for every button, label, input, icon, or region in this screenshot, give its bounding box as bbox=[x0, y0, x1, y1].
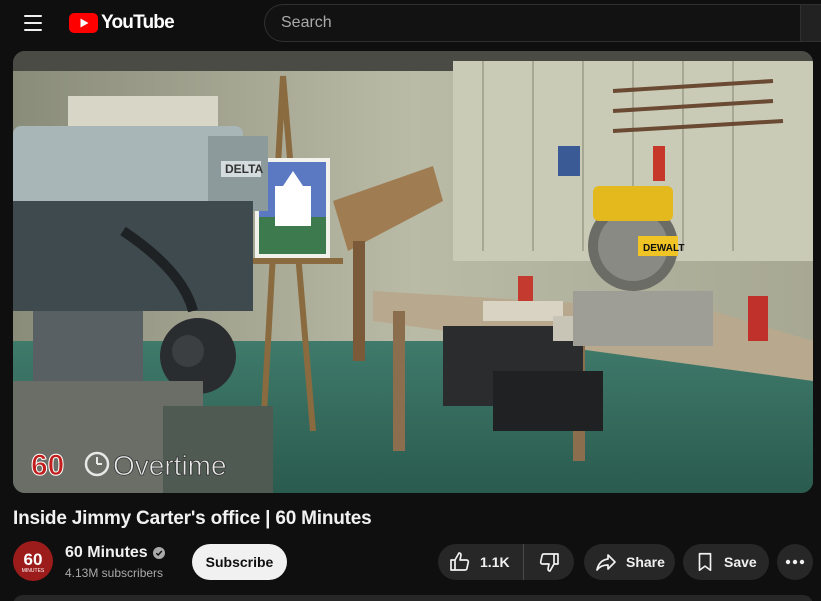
share-label: Share bbox=[626, 554, 665, 570]
like-count: 1.1K bbox=[480, 554, 510, 570]
overlay-overtime-text: Overtime bbox=[113, 450, 227, 481]
like-button[interactable]: 1.1K bbox=[438, 544, 524, 580]
search-input[interactable] bbox=[281, 5, 781, 41]
save-label: Save bbox=[724, 554, 757, 570]
search-box bbox=[264, 4, 804, 42]
youtube-logo[interactable]: YouTube bbox=[69, 12, 175, 34]
hamburger-menu-icon[interactable] bbox=[17, 8, 49, 38]
subscriber-count: 4.13M subscribers bbox=[65, 566, 164, 580]
channel-name-row[interactable]: 60 Minutes bbox=[65, 544, 165, 562]
channel-name[interactable]: 60 Minutes bbox=[65, 544, 148, 562]
machine-label: DELTA bbox=[225, 162, 264, 176]
thumbs-down-icon bbox=[539, 553, 559, 572]
save-button[interactable]: Save bbox=[683, 544, 769, 580]
description-panel-edge bbox=[13, 595, 813, 601]
subscribe-button[interactable]: Subscribe bbox=[192, 544, 287, 580]
avatar-sub-text: MINUTES bbox=[21, 568, 45, 574]
like-dislike-group: 1.1K bbox=[438, 544, 574, 580]
dislike-button[interactable] bbox=[524, 544, 574, 580]
top-bar: YouTube bbox=[0, 0, 821, 46]
verified-check-icon bbox=[152, 547, 165, 559]
bookmark-icon bbox=[698, 552, 712, 572]
youtube-play-icon bbox=[69, 13, 98, 33]
thumbs-up-icon bbox=[450, 552, 470, 571]
share-button[interactable]: Share bbox=[584, 544, 675, 580]
saw-label: DEWALT bbox=[643, 243, 684, 254]
more-dots-icon bbox=[785, 559, 805, 565]
logo-text: YouTube bbox=[101, 12, 175, 33]
channel-avatar[interactable]: 60 MINUTES bbox=[13, 541, 53, 581]
video-frame: DEWALT DELTA 60 Overtime bbox=[13, 51, 813, 493]
video-title: Inside Jimmy Carter's office | 60 Minute… bbox=[13, 508, 372, 529]
avatar-logo-text: 60 bbox=[23, 549, 43, 569]
share-arrow-icon bbox=[596, 554, 616, 571]
overlay-logo-60: 60 bbox=[31, 449, 64, 482]
search-button[interactable] bbox=[800, 4, 821, 42]
more-actions-button[interactable] bbox=[777, 544, 813, 580]
video-player[interactable]: DEWALT DELTA 60 Overtime bbox=[13, 51, 813, 493]
